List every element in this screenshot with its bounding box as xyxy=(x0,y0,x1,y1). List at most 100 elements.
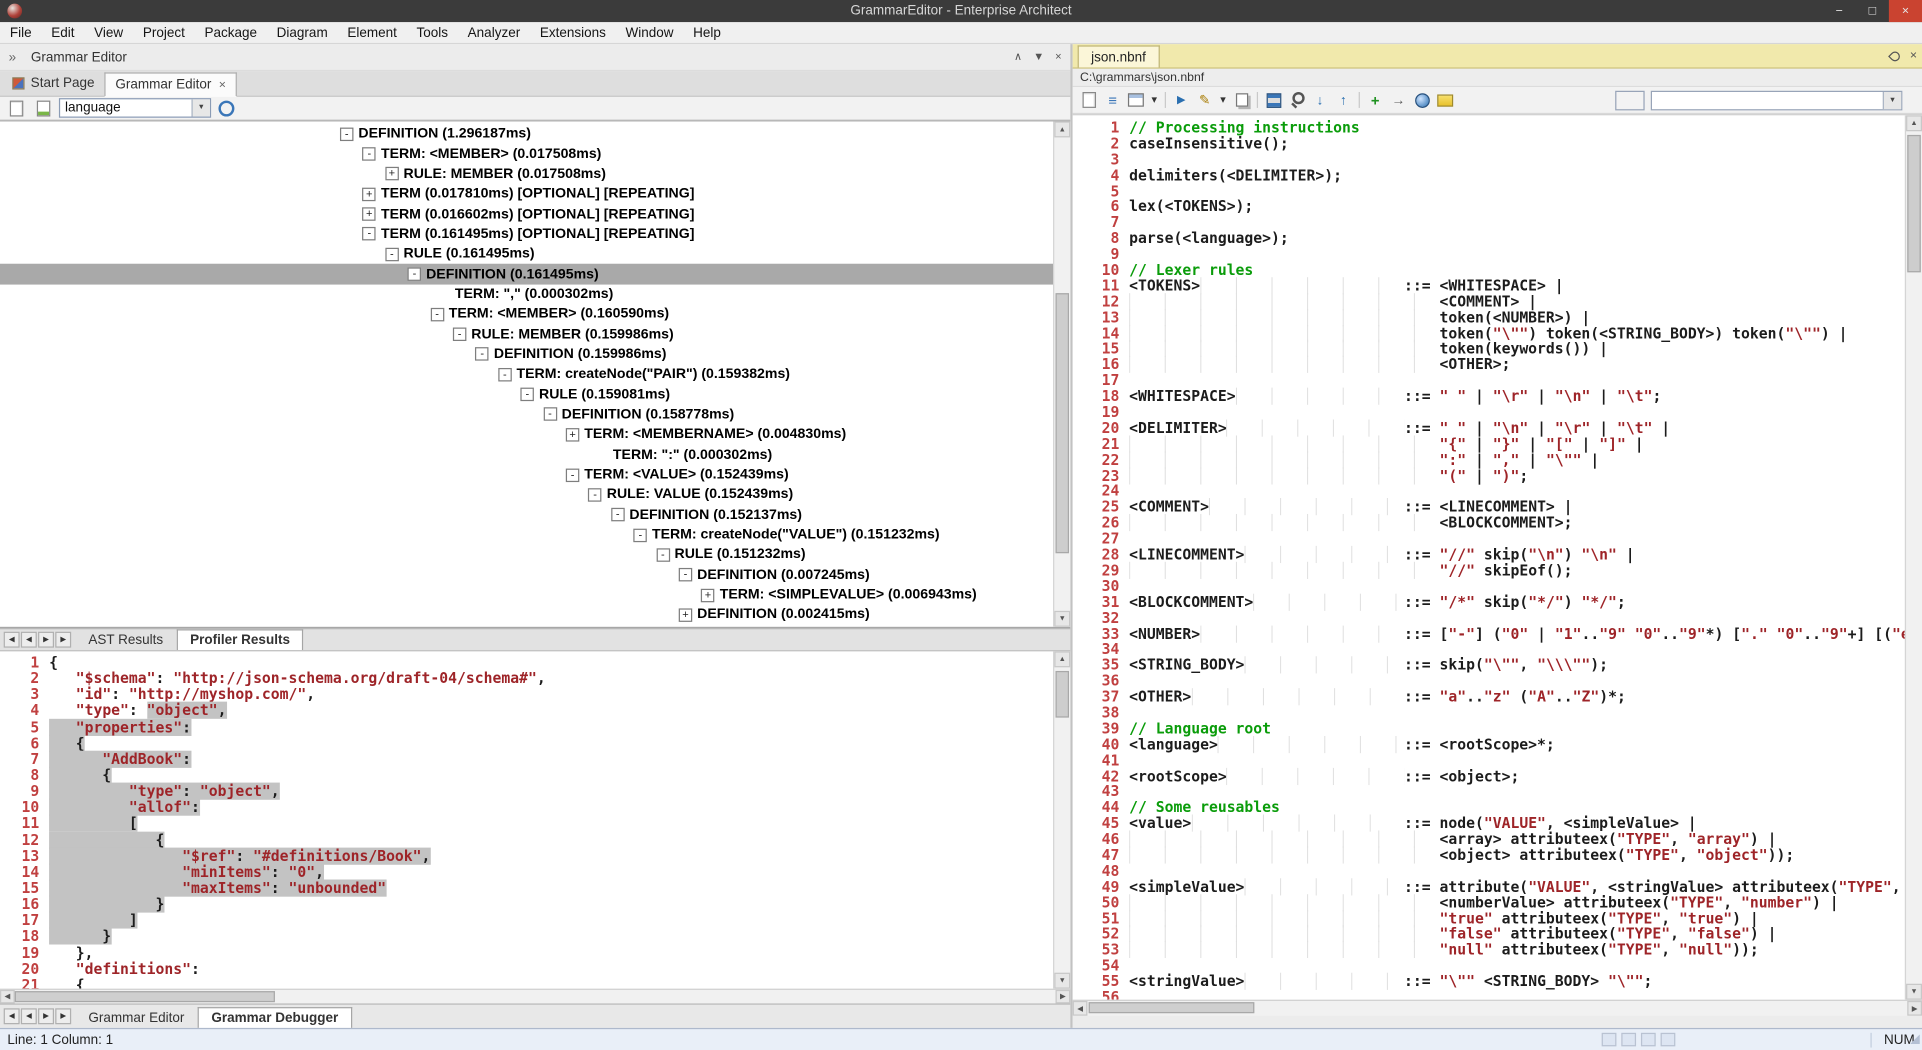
mail-icon[interactable] xyxy=(1435,90,1456,110)
source-hscrollbar[interactable]: ◀ ▶ xyxy=(0,989,1070,1004)
tab-ast-results[interactable]: AST Results xyxy=(75,629,177,650)
new-file-icon[interactable] xyxy=(1079,90,1100,110)
new-file-icon[interactable] xyxy=(6,98,27,118)
tree-item[interactable]: -RULE (0.161495ms) xyxy=(0,244,1053,264)
menu-item-project[interactable]: Project xyxy=(133,25,195,40)
scroll-thumb[interactable] xyxy=(15,991,275,1002)
arrow-down-icon[interactable] xyxy=(1310,90,1331,110)
edit-icon[interactable] xyxy=(1194,90,1215,110)
menu-item-view[interactable]: View xyxy=(84,25,133,40)
tree-item[interactable]: -DEFINITION (0.152137ms) xyxy=(0,505,1053,525)
scroll-next-button[interactable]: ▶ xyxy=(38,632,54,648)
language-combo[interactable]: language ▼ xyxy=(59,98,211,118)
scroll-down-icon[interactable]: ▼ xyxy=(1054,611,1070,627)
scroll-thumb[interactable] xyxy=(1056,293,1070,553)
run-icon[interactable] xyxy=(1171,90,1192,110)
minimize-button[interactable]: − xyxy=(1823,0,1856,22)
chevrons-icon[interactable]: » xyxy=(9,50,17,65)
scroll-down-icon[interactable]: ▼ xyxy=(1054,973,1070,989)
tree-item[interactable]: -TERM (0.161495ms) [OPTIONAL] [REPEATING… xyxy=(0,224,1053,244)
scroll-thumb[interactable] xyxy=(1907,135,1921,272)
tree-item[interactable]: -TERM: <VALUE> (0.152439ms) xyxy=(0,465,1053,485)
scroll-left-icon[interactable]: ◀ xyxy=(1073,1001,1088,1016)
editor-combo-small[interactable] xyxy=(1615,90,1644,110)
scroll-last-button[interactable]: ▶ xyxy=(55,1008,71,1024)
copy-icon[interactable] xyxy=(1231,90,1252,110)
tab-grammar-debugger[interactable]: Grammar Debugger xyxy=(198,1007,352,1028)
collapse-icon[interactable]: - xyxy=(453,328,467,341)
dropdown-arrow-icon[interactable] xyxy=(1218,90,1229,110)
scroll-up-icon[interactable]: ▲ xyxy=(1054,121,1070,137)
menu-item-package[interactable]: Package xyxy=(195,25,267,40)
collapse-icon[interactable]: - xyxy=(498,368,512,381)
collapse-icon[interactable]: - xyxy=(475,348,489,361)
editor-combo[interactable]: ▼ xyxy=(1651,90,1903,110)
chevron-down-icon[interactable]: ▼ xyxy=(191,99,209,116)
tab-profiler-results[interactable]: Profiler Results xyxy=(177,629,304,650)
search-icon[interactable] xyxy=(1286,90,1307,110)
tree-vscrollbar[interactable]: ▲ ▼ xyxy=(1053,121,1070,626)
collapse-icon[interactable]: - xyxy=(611,508,625,521)
scroll-left-icon[interactable]: ◀ xyxy=(0,990,15,1003)
tree-item[interactable]: +TERM: <SIMPLEVALUE> (0.006943ms) xyxy=(0,585,1053,605)
tree-item[interactable]: -DEFINITION (0.159986ms) xyxy=(0,344,1053,364)
menu-item-extensions[interactable]: Extensions xyxy=(530,25,616,40)
tree-item[interactable]: TERM: "," (0.000302ms) xyxy=(0,284,1053,304)
scroll-prev-button[interactable]: ◀ xyxy=(21,1008,37,1024)
web-icon[interactable] xyxy=(1411,90,1432,110)
collapse-icon[interactable]: - xyxy=(408,268,422,281)
collapse-icon[interactable]: - xyxy=(385,247,399,260)
tree-item[interactable]: -DEFINITION (0.161495ms) xyxy=(0,264,1053,284)
collapse-icon[interactable]: - xyxy=(521,388,535,401)
menu-item-analyzer[interactable]: Analyzer xyxy=(458,25,530,40)
arrow-up-icon[interactable] xyxy=(1333,90,1354,110)
add-icon[interactable] xyxy=(1365,90,1386,110)
tree-item[interactable]: +DEFINITION (0.002415ms) xyxy=(0,605,1053,625)
collapse-icon[interactable]: - xyxy=(656,548,670,561)
tab-grammar-editor[interactable]: Grammar Editor xyxy=(75,1007,198,1028)
scroll-thumb[interactable] xyxy=(1056,671,1070,718)
dropdown-arrow-icon[interactable] xyxy=(1149,90,1160,110)
tree-item[interactable]: -TERM: <MEMBER> (0.017508ms) xyxy=(0,144,1053,164)
chevron-down-icon[interactable]: ▼ xyxy=(1883,91,1901,108)
link-icon[interactable] xyxy=(1388,90,1409,110)
pin-icon[interactable] xyxy=(1888,49,1902,63)
menu-item-tools[interactable]: Tools xyxy=(407,25,458,40)
tree-item[interactable]: -DEFINITION (0.158778ms) xyxy=(0,405,1053,425)
list-icon[interactable] xyxy=(1102,90,1123,110)
window-menu-icon[interactable]: ▼ xyxy=(1033,50,1044,63)
tree-item[interactable]: -DEFINITION (0.007245ms) xyxy=(0,565,1053,585)
expand-icon[interactable]: + xyxy=(363,187,377,200)
scroll-prev-button[interactable]: ◀ xyxy=(21,632,37,648)
tree-item[interactable]: +TERM (0.017810ms) [OPTIONAL] [REPEATING… xyxy=(0,184,1053,204)
close-tab-icon[interactable]: × xyxy=(219,78,226,91)
tree-item[interactable]: -RULE: VALUE (0.152439ms) xyxy=(0,485,1053,505)
status-icon[interactable] xyxy=(1641,1033,1656,1046)
menu-item-diagram[interactable]: Diagram xyxy=(267,25,338,40)
tab-grammar-editor[interactable]: Grammar Editor× xyxy=(104,72,237,97)
collapse-icon[interactable]: - xyxy=(340,127,354,140)
profile-icon[interactable] xyxy=(216,98,237,118)
tree-item[interactable]: +TERM (0.016602ms) [OPTIONAL] [REPEATING… xyxy=(0,204,1053,224)
tree-item[interactable]: -RULE: MEMBER (0.159986ms) xyxy=(0,324,1053,344)
tree-item[interactable]: TERM: ":" (0.000302ms) xyxy=(0,445,1053,465)
close-button[interactable]: × xyxy=(1889,0,1922,22)
collapse-icon[interactable]: - xyxy=(363,227,377,240)
collapse-icon[interactable]: - xyxy=(588,488,602,501)
maximize-button[interactable]: □ xyxy=(1856,0,1889,22)
tree-item[interactable]: +TERM: <MEMBERNAME> (0.004830ms) xyxy=(0,425,1053,445)
tree-item[interactable]: -TERM: createNode("PAIR") (0.159382ms) xyxy=(0,364,1053,384)
status-icon[interactable] xyxy=(1621,1033,1636,1046)
tree-item[interactable]: -TERM: createNode("VALUE") (0.151232ms) xyxy=(0,525,1053,545)
window-icon[interactable] xyxy=(1125,90,1146,110)
tree-item[interactable]: +RULE: MEMBER (0.017508ms) xyxy=(0,164,1053,184)
scroll-up-icon[interactable]: ▲ xyxy=(1906,115,1922,131)
menu-item-element[interactable]: Element xyxy=(338,25,407,40)
expand-icon[interactable]: + xyxy=(679,608,693,621)
expand-icon[interactable]: + xyxy=(566,428,580,441)
scroll-down-icon[interactable]: ▼ xyxy=(1906,984,1922,1000)
tree-item[interactable]: -RULE (0.151232ms) xyxy=(0,545,1053,565)
scroll-last-button[interactable]: ▶ xyxy=(55,632,71,648)
menu-item-file[interactable]: File xyxy=(0,25,41,40)
tree-item[interactable]: +DEFINITION (0.141838ms) xyxy=(0,625,1053,627)
